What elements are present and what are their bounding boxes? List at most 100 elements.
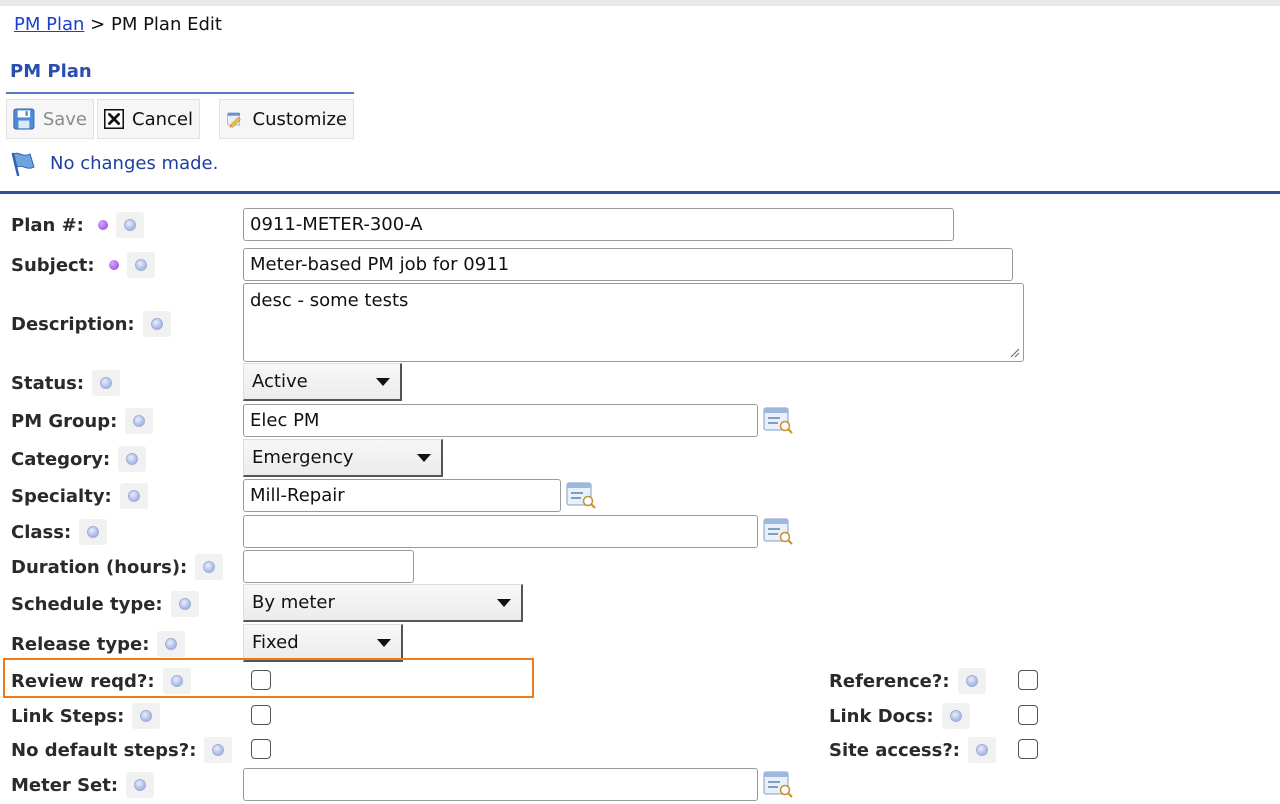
help-icon[interactable] — [142, 311, 171, 337]
page-title: PM Plan — [10, 61, 92, 82]
meter-set-label-row: Meter Set: — [11, 772, 155, 798]
subject-input[interactable]: Meter-based PM job for 0911 — [243, 248, 1013, 281]
save-button[interactable]: Save — [6, 99, 94, 139]
reference-label: Reference?: — [829, 670, 950, 692]
help-icon[interactable] — [967, 737, 996, 763]
help-icon[interactable] — [125, 408, 154, 434]
help-icon[interactable] — [126, 252, 155, 278]
breadcrumb: PM Plan > PM Plan Edit — [14, 14, 222, 35]
help-icon[interactable] — [118, 446, 147, 472]
no-default-steps-checkbox[interactable] — [251, 739, 271, 759]
help-icon[interactable] — [92, 370, 121, 396]
category-select-value: Emergency — [252, 447, 354, 468]
pm-group-label-row: PM Group: — [11, 408, 154, 434]
help-icon[interactable] — [195, 554, 224, 580]
no-default-steps-label: No default steps?: — [11, 739, 197, 761]
link-docs-label-row: Link Docs: — [829, 703, 970, 729]
meter-set-input[interactable] — [243, 768, 758, 801]
lookup-icon[interactable] — [763, 406, 793, 434]
resize-grip-icon[interactable] — [1010, 348, 1020, 358]
help-icon[interactable] — [126, 772, 155, 798]
description-label-row: Description: — [11, 311, 171, 337]
subject-label-row: Subject: — [11, 252, 155, 278]
status-message: No changes made. — [10, 150, 218, 176]
help-icon[interactable] — [204, 737, 233, 763]
status-label: Status: — [11, 372, 85, 394]
help-icon[interactable] — [132, 703, 161, 729]
status-label-row: Status: — [11, 370, 121, 396]
specialty-input[interactable]: Mill-Repair — [243, 479, 561, 512]
site-access-label: Site access?: — [829, 739, 960, 761]
section-divider — [0, 191, 1280, 194]
class-input[interactable] — [243, 515, 758, 548]
site-access-checkbox[interactable] — [1018, 739, 1038, 759]
lookup-icon[interactable] — [566, 481, 596, 509]
help-icon[interactable] — [119, 483, 148, 509]
category-label-row: Category: — [11, 446, 147, 472]
save-icon — [13, 108, 35, 130]
status-select[interactable]: Active — [243, 363, 402, 401]
link-docs-checkbox[interactable] — [1018, 705, 1038, 725]
help-icon[interactable] — [162, 668, 191, 694]
schedule-type-label-row: Schedule type: — [11, 591, 199, 617]
duration-label: Duration (hours): — [11, 556, 188, 578]
chevron-down-icon — [377, 638, 391, 647]
customize-button[interactable]: Customize — [219, 99, 354, 139]
class-label-row: Class: — [11, 519, 108, 545]
help-icon[interactable] — [941, 703, 970, 729]
link-steps-checkbox[interactable] — [251, 705, 271, 725]
link-steps-label-row: Link Steps: — [11, 703, 161, 729]
review-reqd-checkbox[interactable] — [251, 670, 271, 690]
link-docs-label: Link Docs: — [829, 705, 934, 727]
schedule-type-select-value: By meter — [252, 592, 335, 613]
release-type-select[interactable]: Fixed — [243, 624, 403, 662]
flag-icon — [11, 152, 35, 176]
class-label: Class: — [11, 521, 72, 543]
customize-label: Customize — [252, 108, 347, 130]
cancel-label: Cancel — [132, 108, 193, 130]
site-access-label-row: Site access?: — [829, 737, 996, 763]
cancel-button[interactable]: Cancel — [97, 99, 200, 139]
save-label: Save — [42, 108, 87, 130]
help-icon[interactable] — [957, 668, 986, 694]
plan-no-input[interactable]: 0911-METER-300-A — [243, 208, 954, 241]
plan-no-label-row: Plan #: — [11, 212, 144, 238]
lookup-icon[interactable] — [763, 517, 793, 545]
description-label: Description: — [11, 313, 135, 335]
chevron-down-icon — [497, 598, 511, 607]
breadcrumb-link-pm-plan[interactable]: PM Plan — [14, 14, 84, 35]
help-icon[interactable] — [115, 212, 144, 238]
meter-set-label: Meter Set: — [11, 774, 119, 796]
lookup-icon[interactable] — [763, 770, 793, 798]
description-textarea[interactable]: desc - some tests — [243, 283, 1024, 362]
review-reqd-label: Review reqd?: — [11, 670, 155, 692]
schedule-type-label: Schedule type: — [11, 593, 163, 615]
help-icon[interactable] — [157, 631, 186, 657]
required-dot-icon — [108, 260, 119, 270]
no-default-steps-label-row: No default steps?: — [11, 737, 233, 763]
customize-icon — [227, 112, 241, 128]
reference-checkbox[interactable] — [1018, 670, 1038, 690]
duration-input[interactable] — [243, 550, 414, 583]
specialty-label-row: Specialty: — [11, 483, 148, 509]
help-icon[interactable] — [79, 519, 108, 545]
pm-group-input[interactable]: Elec PM — [243, 404, 758, 437]
category-select[interactable]: Emergency — [243, 439, 443, 477]
breadcrumb-current: PM Plan Edit — [110, 14, 222, 35]
release-type-label: Release type: — [11, 633, 150, 655]
close-icon — [104, 108, 125, 130]
chevron-down-icon — [417, 453, 431, 462]
help-icon[interactable] — [170, 591, 199, 617]
release-type-label-row: Release type: — [11, 631, 186, 657]
reference-label-row: Reference?: — [829, 668, 986, 694]
top-strip — [0, 0, 1280, 6]
breadcrumb-separator: > — [90, 14, 106, 35]
category-label: Category: — [11, 448, 111, 470]
required-dot-icon — [97, 220, 108, 230]
review-reqd-label-row: Review reqd?: — [11, 668, 191, 694]
subject-label: Subject: — [11, 254, 95, 276]
schedule-type-select[interactable]: By meter — [243, 584, 523, 622]
link-steps-label: Link Steps: — [11, 705, 125, 727]
status-select-value: Active — [252, 371, 308, 392]
status-message-text: No changes made. — [50, 152, 219, 174]
